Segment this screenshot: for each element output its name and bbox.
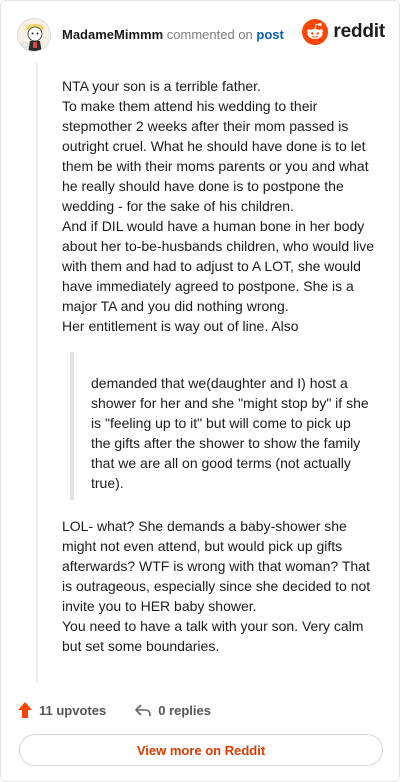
comment-paragraph: LOL- what? She demands a baby-shower she…: [62, 518, 371, 614]
comment-meta: MadameMimmm commented on post: [62, 27, 284, 43]
upvotes-stat[interactable]: 11 upvotes: [17, 701, 106, 719]
avatar-illustration: [18, 19, 50, 51]
comment-header: MadameMimmm commented on post reddit: [17, 15, 385, 55]
comment-footer: 11 upvotes 0 replies: [17, 699, 239, 721]
replies-count: 0 replies: [158, 702, 211, 718]
thread-line: [36, 63, 38, 683]
view-more-button[interactable]: View more on Reddit: [19, 734, 383, 766]
comment-paragraph: To make them attend his wedding to their…: [62, 98, 369, 214]
avatar[interactable]: [17, 18, 51, 52]
comment-paragraph: NTA your son is a terrible father.: [62, 78, 261, 94]
reddit-comment-embed: MadameMimmm commented on post reddit NTA…: [0, 0, 400, 782]
author-name[interactable]: MadameMimmm: [62, 27, 163, 42]
reply-arrow-icon: [135, 704, 152, 716]
reddit-brand[interactable]: reddit: [302, 19, 385, 45]
comment-paragraph: And if DIL would have a human bone in he…: [62, 218, 375, 314]
comment-body: NTA your son is a terrible father. To ma…: [62, 76, 380, 336]
comment-paragraph: You need to have a talk with your son. V…: [62, 618, 364, 654]
comment-paragraph: Her entitlement is way out of line. Also: [62, 318, 299, 334]
comment-body-continued: LOL- what? She demands a baby-shower she…: [62, 516, 380, 656]
upvote-arrow-icon: [18, 702, 32, 718]
upvotes-count: 11 upvotes: [39, 702, 107, 718]
commented-on-text: commented on: [166, 27, 253, 42]
reddit-wordmark: reddit: [333, 21, 385, 42]
reddit-logo-icon: [302, 19, 329, 45]
quote-text: demanded that we(daughter and I) host a …: [91, 375, 369, 491]
replies-stat[interactable]: 0 replies: [134, 702, 211, 718]
post-link[interactable]: post: [256, 27, 283, 42]
blockquote: demanded that we(daughter and I) host a …: [70, 352, 370, 500]
